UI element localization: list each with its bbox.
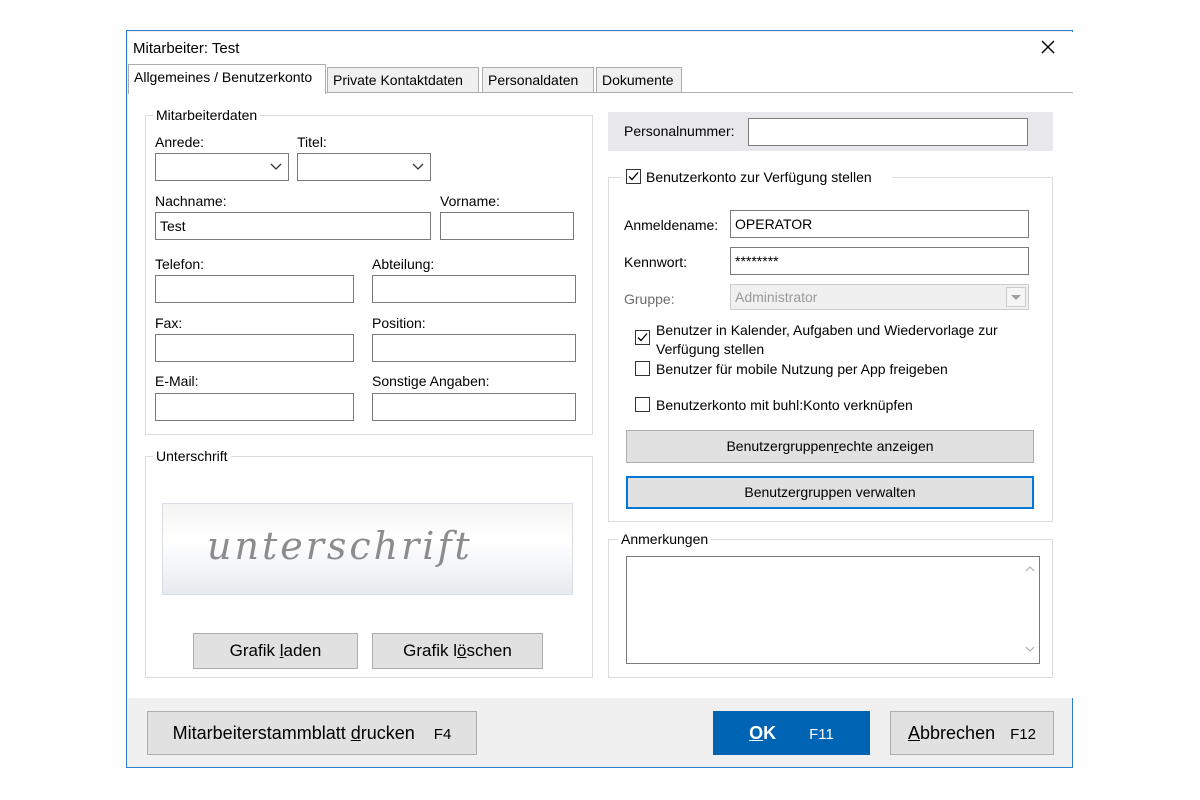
kalender-checkbox[interactable] [635,330,650,345]
sonstige-angaben-label: Sonstige Angaben: [372,373,490,389]
mitarbeiterdaten-legend: Mitarbeiterdaten [153,107,261,123]
anmeldename-label: Anmeldename: [624,217,719,233]
benutzergruppenrechte-button[interactable]: Benutzergruppenrechte anzeigen [626,430,1034,463]
checkmark-icon [637,333,648,342]
tab-private-kontaktdaten[interactable]: Private Kontaktdaten [327,67,479,93]
signature-text: unterschrift [207,524,473,568]
ok-text: K [763,723,777,743]
telefon-label: Telefon: [155,256,205,272]
print-text-rest: rucken [360,723,415,743]
cancel-accesskey: A [908,723,921,743]
print-stammblatt-button[interactable]: Mitarbeiterstammblatt drucken F4 [147,711,477,755]
buhl-checkbox[interactable] [635,397,650,412]
close-icon[interactable] [1035,34,1061,60]
chevron-down-icon [270,163,282,170]
grafik-laden-text-rest: aden [283,641,322,660]
tab-strip: Allgemeines / Benutzerkonto Private Kont… [128,64,1073,94]
grafik-laden-button[interactable]: Grafik laden [193,633,358,669]
gruppe-value: Administrator [735,289,818,305]
nachname-input[interactable]: Test [155,212,431,240]
benutzerkonto-legend: Benutzerkonto zur Verfügung stellen [622,167,892,187]
tab-allgemeines[interactable]: Allgemeines / Benutzerkonto [128,64,326,94]
grafik-laden-text: Grafik [229,641,280,660]
personalnummer-input[interactable] [748,118,1028,146]
anmerkungen-scrollbar[interactable] [1021,557,1039,663]
anmeldename-input[interactable]: OPERATOR [730,210,1029,238]
email-input[interactable] [155,393,354,421]
personalnummer-label: Personalnummer: [624,123,735,139]
signature-image: unterschrift [162,503,573,595]
abteilung-input[interactable] [372,275,576,303]
gruppe-select[interactable]: Administrator [730,284,1029,310]
cancel-shortcut: F12 [1010,726,1036,743]
position-input[interactable] [372,334,576,362]
anmerkungen-textarea[interactable] [626,556,1040,664]
gruppe-label: Gruppe: [624,291,675,307]
position-label: Position: [372,315,426,331]
email-label: E-Mail: [155,373,199,389]
benutzerkonto-checkbox[interactable] [626,169,641,184]
personalnummer-bar: Personalnummer: [608,112,1053,151]
titel-select[interactable] [297,153,431,181]
grafik-loeschen-text: Grafik l [403,641,457,660]
buhl-label: Benutzerkonto mit buhl:Konto verknüpfen [656,397,913,413]
abteilung-label: Abteilung: [372,256,435,272]
fax-input[interactable] [155,334,354,362]
mobile-label: Benutzer für mobile Nutzung per App frei… [656,361,948,377]
mobile-checkbox[interactable] [635,361,650,376]
checkmark-icon [628,172,639,181]
fax-label: Fax: [155,315,183,331]
kennwort-input[interactable]: ******** [730,247,1029,275]
rechte-text-rest: echte anzeigen [838,438,934,454]
print-text: Mitarbeiterstammblatt [172,723,351,743]
anmerkungen-legend: Anmerkungen [618,531,712,547]
tab-dokumente[interactable]: Dokumente [596,67,682,93]
anrede-label: Anrede: [155,134,205,150]
kalender-label-line2: Verfügung stellen [656,341,765,357]
nachname-label: Nachname: [155,193,227,209]
window-title: Mitarbeiter: Test [133,40,240,57]
scroll-down-icon[interactable] [1025,645,1035,653]
ok-button[interactable]: OK F11 [713,711,870,755]
ok-accesskey: O [749,723,764,743]
gruppe-dropdown-button[interactable] [1006,287,1026,307]
rechte-text: Benutzergruppen [726,438,834,454]
tab-panel: Mitarbeiterdaten Anrede: Titel: Nachname… [128,92,1073,698]
titel-label: Titel: [297,134,327,150]
print-shortcut: F4 [433,726,452,743]
anrede-select[interactable] [155,153,289,181]
abbrechen-button[interactable]: Abbrechen F12 [890,711,1054,755]
verwalten-text-rest: ruppen verwalten [808,484,916,500]
triangle-down-icon [1011,295,1021,300]
benutzergruppen-verwalten-button[interactable]: Benutzergruppen verwalten [626,476,1034,509]
grafik-loeschen-text-rest: schen [466,641,512,660]
vorname-input[interactable] [440,212,574,240]
dialog-window: Mitarbeiter: Test Allgemeines / Benutzer… [126,30,1073,768]
sonstige-angaben-input[interactable] [372,393,576,421]
scroll-up-icon[interactable] [1025,565,1035,573]
kennwort-label: Kennwort: [624,254,688,270]
benutzerkonto-label: Benutzerkonto zur Verfügung stellen [646,169,872,185]
print-accesskey: d [350,723,361,743]
grafik-loeschen-button[interactable]: Grafik löschen [372,633,543,669]
verwalten-text: Benutzer [744,484,801,500]
tab-personaldaten[interactable]: Personaldaten [482,67,594,93]
chevron-down-icon [412,163,424,170]
kalender-label-line1: Benutzer in Kalender, Aufgaben und Wiede… [656,322,998,338]
telefon-input[interactable] [155,275,354,303]
unterschrift-legend: Unterschrift [153,448,231,464]
cancel-text: bbrechen [920,723,996,743]
ok-shortcut: F11 [809,726,834,743]
title-bar: Mitarbeiter: Test [128,32,1073,64]
vorname-label: Vorname: [440,193,500,209]
